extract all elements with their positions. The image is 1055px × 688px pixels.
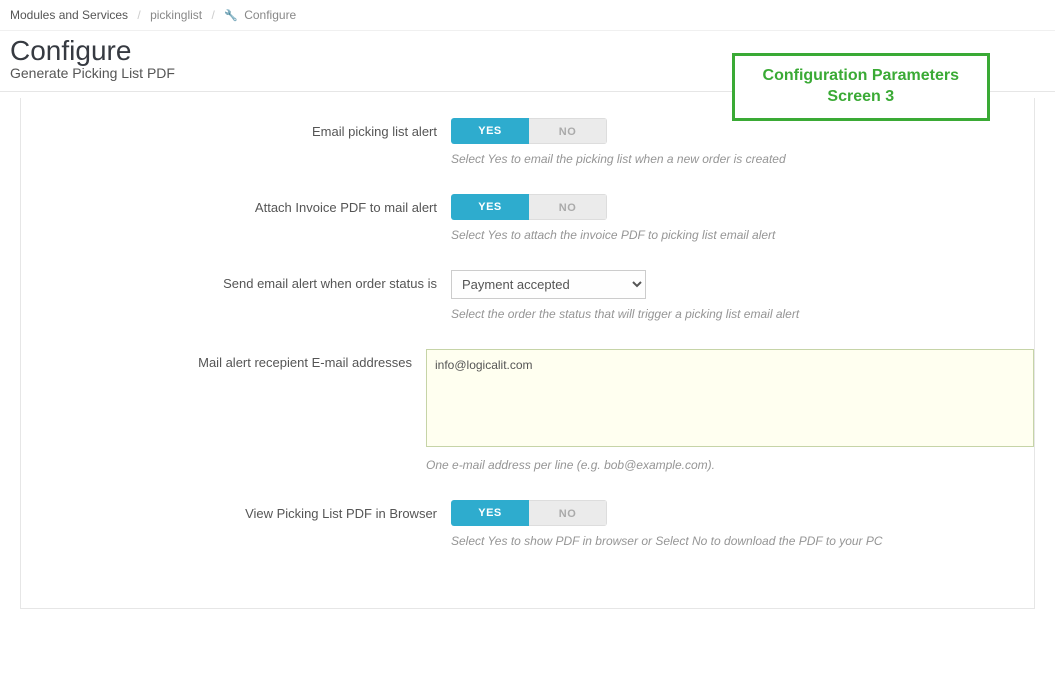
breadcrumb-sep: / bbox=[211, 8, 214, 22]
breadcrumb: Modules and Services / pickinglist / 🔧 C… bbox=[0, 0, 1055, 31]
field-view-browser: View Picking List PDF in Browser YES NO … bbox=[21, 500, 1034, 548]
breadcrumb-root[interactable]: Modules and Services bbox=[10, 8, 128, 22]
wrench-icon: 🔧 bbox=[224, 9, 238, 22]
select-order-status[interactable]: Payment accepted bbox=[451, 270, 646, 299]
page-header: Configure Generate Picking List PDF Conf… bbox=[0, 35, 1055, 91]
breadcrumb-leaf: Configure bbox=[244, 8, 296, 22]
toggle-email-alert[interactable]: YES NO bbox=[451, 118, 607, 144]
field-email-alert: Email picking list alert YES NO Select Y… bbox=[21, 118, 1034, 166]
help-recipients: One e-mail address per line (e.g. bob@ex… bbox=[426, 458, 1034, 472]
textarea-recipients[interactable] bbox=[426, 349, 1034, 447]
config-panel: Email picking list alert YES NO Select Y… bbox=[20, 98, 1035, 609]
toggle-view-browser[interactable]: YES NO bbox=[451, 500, 607, 526]
toggle-no[interactable]: NO bbox=[529, 500, 607, 526]
help-attach-invoice: Select Yes to attach the invoice PDF to … bbox=[451, 228, 1034, 242]
label-view-browser: View Picking List PDF in Browser bbox=[21, 500, 451, 521]
toggle-yes[interactable]: YES bbox=[451, 118, 529, 144]
field-recipients: Mail alert recepient E-mail addresses On… bbox=[21, 349, 1034, 472]
toggle-no[interactable]: NO bbox=[529, 118, 607, 144]
label-recipients: Mail alert recepient E-mail addresses bbox=[21, 349, 426, 370]
field-attach-invoice: Attach Invoice PDF to mail alert YES NO … bbox=[21, 194, 1034, 242]
label-email-alert: Email picking list alert bbox=[21, 118, 451, 139]
label-order-status: Send email alert when order status is bbox=[21, 270, 451, 291]
toggle-yes[interactable]: YES bbox=[451, 500, 529, 526]
toggle-yes[interactable]: YES bbox=[451, 194, 529, 220]
breadcrumb-module[interactable]: pickinglist bbox=[150, 8, 202, 22]
field-order-status: Send email alert when order status is Pa… bbox=[21, 270, 1034, 321]
toggle-no[interactable]: NO bbox=[529, 194, 607, 220]
label-attach-invoice: Attach Invoice PDF to mail alert bbox=[21, 194, 451, 215]
callout-line1: Configuration Parameters bbox=[763, 66, 959, 87]
toggle-attach-invoice[interactable]: YES NO bbox=[451, 194, 607, 220]
help-order-status: Select the order the status that will tr… bbox=[451, 307, 1034, 321]
help-view-browser: Select Yes to show PDF in browser or Sel… bbox=[451, 534, 1034, 548]
help-email-alert: Select Yes to email the picking list whe… bbox=[451, 152, 1034, 166]
breadcrumb-sep: / bbox=[137, 8, 140, 22]
